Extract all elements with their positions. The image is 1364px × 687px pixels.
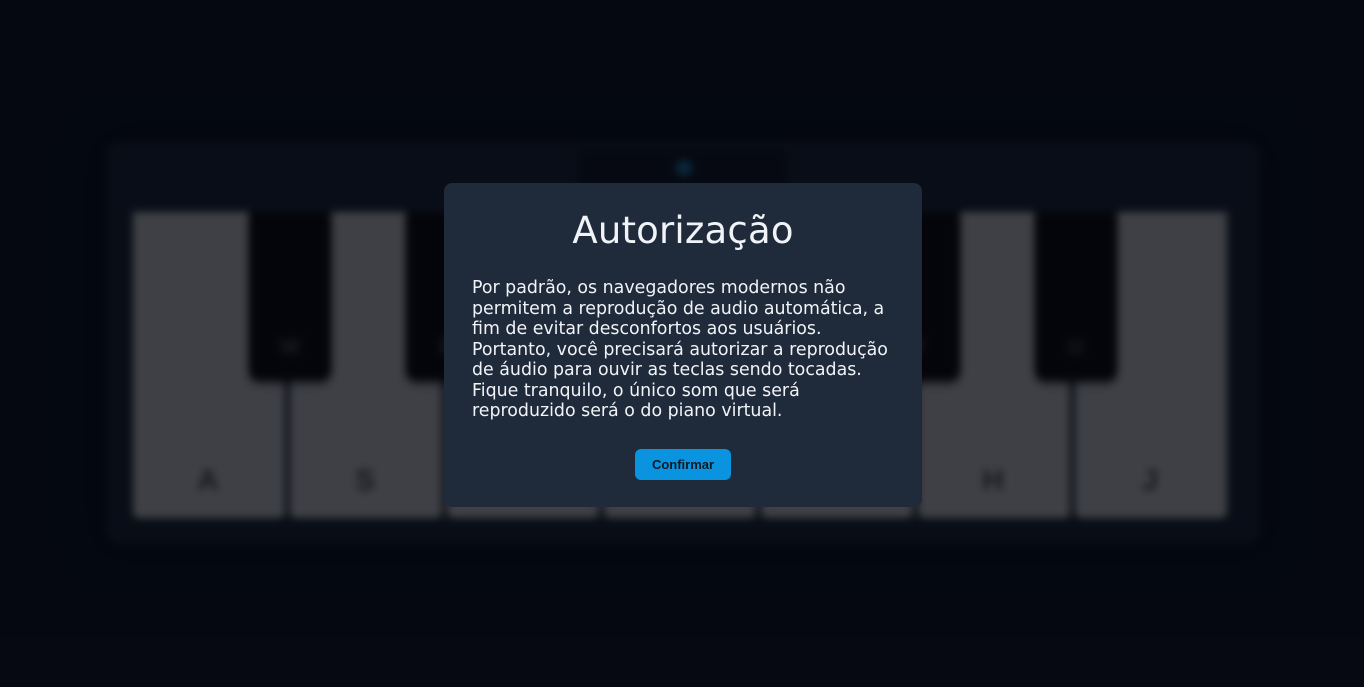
authorization-dialog: Autorização Por padrão, os navegadores m… (444, 183, 922, 507)
dialog-title: Autorização (572, 209, 794, 252)
dialog-message: Por padrão, os navegadores modernos não … (472, 278, 888, 421)
confirm-button[interactable]: Confirmar (635, 449, 731, 480)
